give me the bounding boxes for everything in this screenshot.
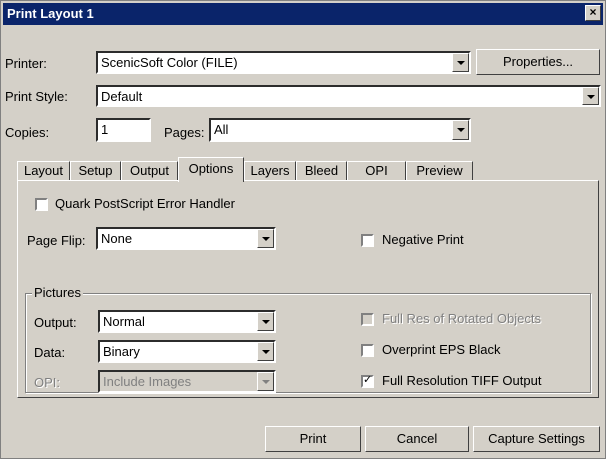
check-icon: ✓ bbox=[363, 374, 373, 386]
pictures-opi-value: Include Images bbox=[103, 374, 192, 389]
tab-bleed[interactable]: Bleed bbox=[296, 161, 347, 181]
pictures-output-value: Normal bbox=[103, 314, 145, 329]
print-style-value: Default bbox=[101, 89, 143, 104]
copies-value: 1 bbox=[101, 122, 109, 137]
pictures-data-value: Binary bbox=[103, 344, 140, 359]
negative-print-label: Negative Print bbox=[382, 232, 464, 247]
chevron-down-icon[interactable] bbox=[452, 120, 469, 140]
chevron-down-icon[interactable] bbox=[582, 87, 599, 105]
title-bar[interactable]: Print Layout 1 × bbox=[3, 3, 603, 25]
pages-select[interactable]: All bbox=[209, 118, 471, 142]
tab-output[interactable]: Output bbox=[121, 161, 178, 181]
quark-error-handler-checkbox[interactable] bbox=[35, 198, 48, 211]
tab-layout[interactable]: Layout bbox=[17, 161, 70, 181]
pictures-output-label: Output: bbox=[34, 315, 77, 330]
close-button[interactable]: × bbox=[585, 5, 601, 21]
pictures-data-label: Data: bbox=[34, 345, 66, 360]
tab-setup[interactable]: Setup bbox=[70, 161, 121, 181]
full-resolution-tiff-label: Full Resolution TIFF Output bbox=[382, 373, 542, 388]
chevron-down-icon[interactable] bbox=[452, 53, 469, 72]
cancel-button[interactable]: Cancel bbox=[365, 426, 469, 452]
pictures-legend: Pictures bbox=[32, 285, 83, 300]
chevron-down-icon bbox=[257, 372, 274, 391]
tab-options[interactable]: Options bbox=[178, 157, 244, 182]
copies-input[interactable]: 1 bbox=[96, 118, 151, 142]
window-title: Print Layout 1 bbox=[7, 6, 94, 21]
page-flip-label: Page Flip: bbox=[27, 233, 86, 248]
copies-label: Copies: bbox=[5, 125, 50, 140]
chevron-down-icon[interactable] bbox=[257, 312, 274, 331]
overprint-eps-black-checkbox[interactable] bbox=[361, 344, 374, 357]
capture-settings-button[interactable]: Capture Settings bbox=[473, 426, 600, 452]
pictures-opi-label: OPI: bbox=[34, 375, 61, 390]
properties-button[interactable]: Properties... bbox=[476, 49, 600, 75]
pages-value: All bbox=[214, 122, 229, 137]
overprint-eps-black-label: Overprint EPS Black bbox=[382, 342, 501, 357]
full-resolution-tiff-checkbox[interactable]: ✓ bbox=[361, 374, 374, 388]
pages-label: Pages: bbox=[164, 125, 205, 140]
close-icon: × bbox=[589, 5, 597, 19]
chevron-down-icon[interactable] bbox=[257, 229, 274, 248]
pictures-data-select[interactable]: Binary bbox=[98, 340, 276, 363]
print-style-label: Print Style: bbox=[5, 89, 68, 104]
chevron-down-icon[interactable] bbox=[257, 342, 274, 361]
page-flip-value: None bbox=[101, 231, 133, 246]
quark-error-handler-label: Quark PostScript Error Handler bbox=[55, 196, 235, 211]
full-res-rotated-label: Full Res of Rotated Objects bbox=[382, 311, 541, 326]
printer-select[interactable]: ScenicSoft Color (FILE) bbox=[96, 51, 471, 74]
page-flip-select[interactable]: None bbox=[96, 227, 276, 250]
printer-value: ScenicSoft Color (FILE) bbox=[101, 55, 238, 70]
negative-print-checkbox[interactable] bbox=[361, 234, 374, 247]
tab-opi[interactable]: OPI bbox=[347, 161, 406, 181]
print-layout-dialog: Print Layout 1 × Printer: ScenicSoft Col… bbox=[0, 0, 606, 459]
printer-label: Printer: bbox=[5, 56, 47, 71]
print-button[interactable]: Print bbox=[265, 426, 361, 452]
print-style-select[interactable]: Default bbox=[96, 85, 601, 107]
tab-layers[interactable]: Layers bbox=[244, 161, 296, 181]
pictures-output-select[interactable]: Normal bbox=[98, 310, 276, 333]
pictures-opi-select: Include Images bbox=[98, 370, 276, 393]
full-res-rotated-checkbox bbox=[361, 313, 374, 326]
tab-preview[interactable]: Preview bbox=[406, 161, 473, 181]
